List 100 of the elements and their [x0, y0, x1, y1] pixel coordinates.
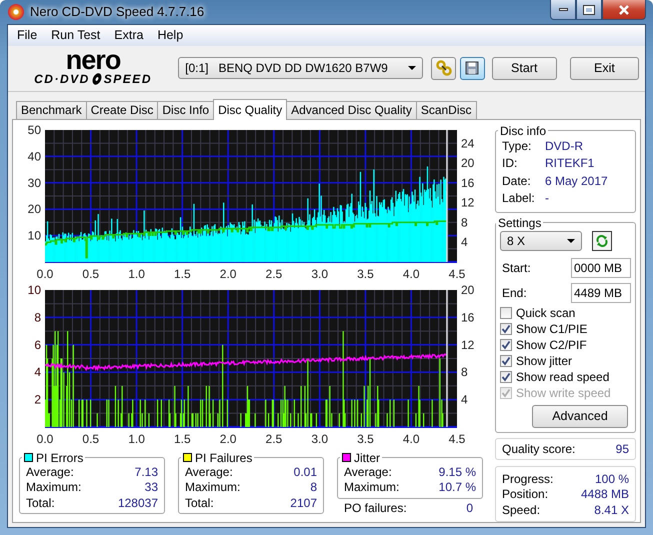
window-title: Nero CD-DVD Speed 4.7.7.16 — [30, 4, 204, 20]
axis-label: 4 — [461, 234, 468, 249]
drive-select[interactable]: [0:1] BENQ DVD DD DW1620 B7W9 — [178, 57, 424, 79]
axis-label: 1.0 — [128, 432, 145, 446]
axis-label: 4.5 — [448, 266, 466, 280]
stat-value: 2107 — [290, 496, 317, 511]
progress-label: Progress: — [502, 472, 554, 487]
tab[interactable]: Create Disc — [86, 100, 158, 120]
tab[interactable]: Advanced Disc Quality — [286, 100, 417, 120]
tab[interactable]: ScanDisc — [416, 100, 477, 120]
checkbox[interactable] — [500, 306, 512, 318]
checkbox[interactable] — [500, 322, 512, 334]
checkbox[interactable] — [500, 338, 512, 350]
stat-label: Maximum: — [26, 480, 82, 496]
axis-label: 4 — [34, 364, 41, 379]
axis-label: 24 — [461, 136, 474, 150]
quality-label: Quality score: — [502, 442, 576, 456]
axis-label: 1.0 — [128, 266, 145, 280]
app-icon — [8, 4, 24, 20]
refresh-icon[interactable] — [592, 230, 612, 250]
checkbox-label: Quick scan — [516, 306, 576, 320]
quality-value: 95 — [616, 442, 629, 456]
progress-label: Position: — [502, 487, 548, 502]
checkbox[interactable] — [500, 354, 512, 366]
tab[interactable]: Disc Info — [157, 100, 214, 120]
info-label: Date: — [502, 172, 532, 190]
start-button[interactable]: Start — [492, 56, 557, 80]
axis-label: 2.5 — [266, 432, 282, 446]
stat-label: Maximum: — [344, 480, 400, 496]
axis-label: 1.5 — [174, 266, 191, 280]
info-value: 6 May 2017 — [545, 172, 608, 190]
axis-label: 3.0 — [311, 432, 328, 446]
info-label: Label: — [502, 190, 536, 207]
axis-label: 2.5 — [266, 266, 282, 280]
group-title: Settings — [498, 216, 542, 230]
menu-item[interactable]: Run Test — [44, 28, 108, 42]
info-value: DVD-R — [545, 138, 583, 154]
axis-label: 16 — [461, 175, 474, 190]
tab[interactable]: Benchmark — [16, 100, 87, 120]
group-title: Disc info — [500, 124, 546, 138]
progress-value: 100 % — [594, 472, 629, 487]
field-label: End: — [502, 286, 527, 300]
stat-value: 9.15 % — [438, 464, 476, 480]
axis-label: 4.0 — [402, 432, 420, 446]
stat-label: Total: — [185, 496, 214, 511]
axis-label: 20 — [461, 284, 474, 296]
checkbox-label: Show read speed — [516, 370, 610, 384]
axis-label: 8 — [34, 310, 41, 324]
exit-button[interactable]: Exit — [570, 56, 639, 80]
stat-label: Total: — [26, 496, 55, 511]
axis-label: 0.0 — [36, 432, 54, 446]
group-title: Jitter — [354, 450, 380, 464]
axis-label: 20 — [28, 202, 41, 216]
app-logo: nero CD·DVD SPEED — [33, 50, 153, 86]
advanced-button[interactable]: Advanced — [532, 404, 628, 428]
axis-label: 40 — [28, 148, 41, 163]
checkbox-label: Show write speed — [516, 386, 611, 400]
input-field[interactable]: 0000 MB — [571, 258, 631, 278]
group-title: PI Errors — [36, 450, 84, 464]
minimize-button[interactable] — [550, 0, 576, 20]
axis-label: 2.0 — [220, 266, 236, 280]
axis-label: 4.5 — [448, 432, 466, 446]
stat-label: Average: — [185, 464, 233, 480]
stat-value: 10.7 % — [438, 480, 476, 496]
axis-label: 2 — [34, 392, 41, 406]
checkbox-label: Show jitter — [516, 354, 572, 368]
axis-label: 1.5 — [174, 432, 191, 446]
info-label: Type: — [502, 138, 532, 154]
axis-label: 4.0 — [402, 266, 420, 280]
axis-label: 3.0 — [311, 266, 328, 280]
maximize-icon — [584, 6, 594, 14]
stat-value: 33 — [144, 480, 158, 496]
axis-label: 16 — [461, 310, 474, 324]
axis-label: 30 — [28, 175, 41, 190]
checkbox[interactable] — [500, 370, 512, 382]
stat-value: 8 — [310, 480, 317, 496]
menu-item[interactable]: Help — [150, 28, 190, 42]
close-button[interactable] — [602, 0, 646, 20]
maximize-button[interactable] — [576, 0, 602, 20]
info-label: ID: — [502, 155, 518, 172]
axis-label: 12 — [461, 337, 474, 352]
menu-item[interactable]: Extra — [107, 28, 150, 42]
axis-label: 0.5 — [82, 432, 100, 446]
axis-label: 8 — [461, 364, 468, 379]
close-icon — [618, 4, 630, 14]
progress-value: 4488 MB — [580, 487, 629, 502]
stat-value: 0 — [466, 500, 473, 516]
stat-label: PO failures: — [344, 500, 407, 516]
stat-value: 7.13 — [134, 464, 158, 480]
axis-label: 8 — [461, 214, 468, 229]
axis-label: 10 — [28, 228, 41, 242]
axis-label: 12 — [461, 195, 474, 210]
menu-item[interactable]: File — [10, 28, 44, 42]
speed-select[interactable]: 8 X — [500, 230, 582, 250]
tab[interactable]: Disc Quality — [213, 98, 288, 120]
save-icon[interactable] — [460, 56, 485, 80]
info-value: RITEKF1 — [545, 155, 594, 172]
axis-label: 50 — [28, 124, 41, 136]
input-field[interactable]: 4489 MB — [571, 282, 631, 302]
axis-label: 4 — [461, 392, 468, 406]
